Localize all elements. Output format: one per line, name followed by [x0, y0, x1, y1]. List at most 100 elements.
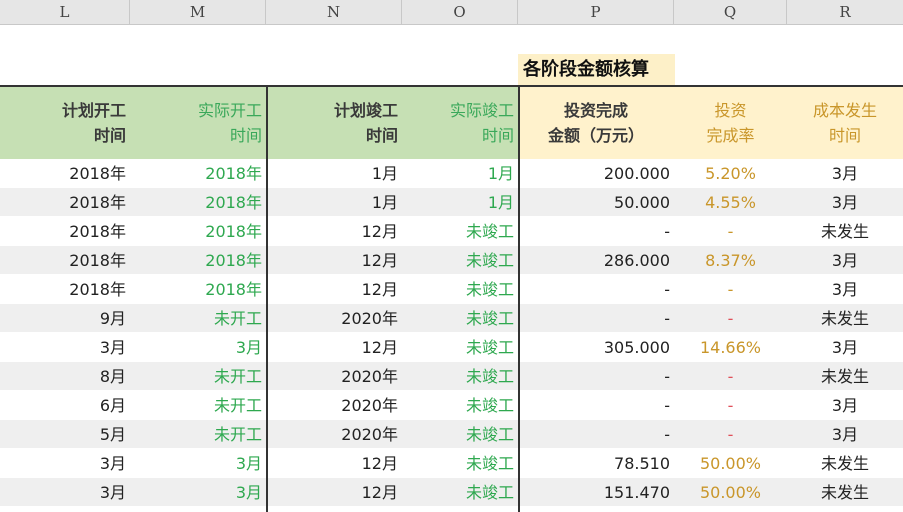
- cell-N[interactable]: 12月: [266, 333, 402, 362]
- cell-R[interactable]: 未发生: [787, 449, 903, 478]
- cell-P[interactable]: -: [518, 275, 674, 304]
- cell-P[interactable]: 286.000: [518, 246, 674, 275]
- cell-O[interactable]: 未竣工: [402, 246, 518, 275]
- cell-R[interactable]: 3月: [787, 159, 903, 188]
- cell-L[interactable]: 9月: [0, 304, 130, 333]
- cell-R[interactable]: 未发生: [787, 217, 903, 246]
- cell-L[interactable]: 5月: [0, 420, 130, 449]
- column-header-Q[interactable]: Q: [674, 0, 787, 25]
- cell-O[interactable]: 未竣工: [402, 275, 518, 304]
- cell-O[interactable]: 1月: [402, 188, 518, 217]
- cell-M[interactable]: 2018年: [130, 275, 266, 304]
- header-cost-time[interactable]: 成本发生 时间: [787, 87, 903, 159]
- column-header-P[interactable]: P: [518, 0, 674, 25]
- table-row: 8月 未开工 2020年 未竣工 - - 未发生: [0, 362, 903, 391]
- cell-N[interactable]: 12月: [266, 478, 402, 507]
- cell-R[interactable]: 3月: [787, 246, 903, 275]
- cell-L[interactable]: 6月: [0, 391, 130, 420]
- cell-N[interactable]: 12月: [266, 275, 402, 304]
- cell-L[interactable]: 2018年: [0, 246, 130, 275]
- cell-P[interactable]: 305.000: [518, 333, 674, 362]
- cell-M[interactable]: 2018年: [130, 159, 266, 188]
- cell-M[interactable]: 未开工: [130, 391, 266, 420]
- cell-Q[interactable]: -: [674, 304, 787, 333]
- cell-N[interactable]: 2020年: [266, 362, 402, 391]
- cell-M[interactable]: 3月: [130, 478, 266, 507]
- cell-L[interactable]: 3月: [0, 478, 130, 507]
- cell-M[interactable]: 3月: [130, 449, 266, 478]
- cell-O[interactable]: 未竣工: [402, 478, 518, 507]
- cell-L[interactable]: 2018年: [0, 275, 130, 304]
- cell-L[interactable]: 3月: [0, 449, 130, 478]
- cell-O[interactable]: 未竣工: [402, 217, 518, 246]
- cell-N[interactable]: 1月: [266, 188, 402, 217]
- cell-Q[interactable]: -: [674, 362, 787, 391]
- cell-R[interactable]: 3月: [787, 391, 903, 420]
- cell-R[interactable]: 3月: [787, 333, 903, 362]
- cell-N[interactable]: 2020年: [266, 420, 402, 449]
- cell-L[interactable]: 2018年: [0, 159, 130, 188]
- cell-Q[interactable]: 5.20%: [674, 159, 787, 188]
- cell-N[interactable]: 12月: [266, 449, 402, 478]
- cell-P[interactable]: 78.510: [518, 449, 674, 478]
- section-title[interactable]: 各阶段金额核算: [518, 54, 675, 85]
- cell-P[interactable]: -: [518, 217, 674, 246]
- cell-P[interactable]: 200.000: [518, 159, 674, 188]
- cell-O[interactable]: 未竣工: [402, 333, 518, 362]
- cell-Q[interactable]: 8.37%: [674, 246, 787, 275]
- cell-M[interactable]: 2018年: [130, 246, 266, 275]
- cell-P[interactable]: 50.000: [518, 188, 674, 217]
- cell-M[interactable]: 未开工: [130, 420, 266, 449]
- cell-N[interactable]: 12月: [266, 217, 402, 246]
- cell-Q[interactable]: -: [674, 217, 787, 246]
- cell-L[interactable]: 2018年: [0, 217, 130, 246]
- column-header-O[interactable]: O: [402, 0, 518, 25]
- cell-M[interactable]: 2018年: [130, 188, 266, 217]
- cell-R[interactable]: 未发生: [787, 304, 903, 333]
- cell-N[interactable]: 2020年: [266, 391, 402, 420]
- cell-P[interactable]: -: [518, 304, 674, 333]
- cell-R[interactable]: 未发生: [787, 478, 903, 507]
- header-planned-completion[interactable]: 计划竣工 时间: [266, 87, 402, 159]
- cell-Q[interactable]: -: [674, 275, 787, 304]
- cell-O[interactable]: 1月: [402, 159, 518, 188]
- column-header-R[interactable]: R: [787, 0, 903, 25]
- cell-O[interactable]: 未竣工: [402, 304, 518, 333]
- header-investment-amount[interactable]: 投资完成 金额（万元）: [518, 87, 674, 159]
- cell-M[interactable]: 2018年: [130, 217, 266, 246]
- cell-P[interactable]: -: [518, 420, 674, 449]
- cell-P[interactable]: 151.470: [518, 478, 674, 507]
- cell-O[interactable]: 未竣工: [402, 420, 518, 449]
- cell-O[interactable]: 未竣工: [402, 391, 518, 420]
- cell-Q[interactable]: -: [674, 391, 787, 420]
- cell-R[interactable]: 未发生: [787, 362, 903, 391]
- cell-O[interactable]: 未竣工: [402, 362, 518, 391]
- cell-O[interactable]: 未竣工: [402, 449, 518, 478]
- header-actual-start[interactable]: 实际开工 时间: [130, 87, 266, 159]
- cell-N[interactable]: 2020年: [266, 304, 402, 333]
- cell-M[interactable]: 未开工: [130, 304, 266, 333]
- cell-Q[interactable]: 14.66%: [674, 333, 787, 362]
- column-header-M[interactable]: M: [130, 0, 266, 25]
- cell-Q[interactable]: 50.00%: [674, 449, 787, 478]
- cell-P[interactable]: -: [518, 391, 674, 420]
- cell-Q[interactable]: 4.55%: [674, 188, 787, 217]
- cell-L[interactable]: 2018年: [0, 188, 130, 217]
- column-header-L[interactable]: L: [0, 0, 130, 25]
- header-investment-rate[interactable]: 投资 完成率: [674, 87, 787, 159]
- cell-R[interactable]: 3月: [787, 275, 903, 304]
- cell-Q[interactable]: -: [674, 420, 787, 449]
- cell-P[interactable]: -: [518, 362, 674, 391]
- cell-N[interactable]: 12月: [266, 246, 402, 275]
- cell-R[interactable]: 3月: [787, 420, 903, 449]
- cell-L[interactable]: 3月: [0, 333, 130, 362]
- cell-R[interactable]: 3月: [787, 188, 903, 217]
- cell-M[interactable]: 未开工: [130, 362, 266, 391]
- cell-N[interactable]: 1月: [266, 159, 402, 188]
- header-actual-completion[interactable]: 实际竣工 时间: [402, 87, 518, 159]
- column-header-N[interactable]: N: [266, 0, 402, 25]
- cell-L[interactable]: 8月: [0, 362, 130, 391]
- header-planned-start[interactable]: 计划开工 时间: [0, 87, 130, 159]
- cell-Q[interactable]: 50.00%: [674, 478, 787, 507]
- cell-M[interactable]: 3月: [130, 333, 266, 362]
